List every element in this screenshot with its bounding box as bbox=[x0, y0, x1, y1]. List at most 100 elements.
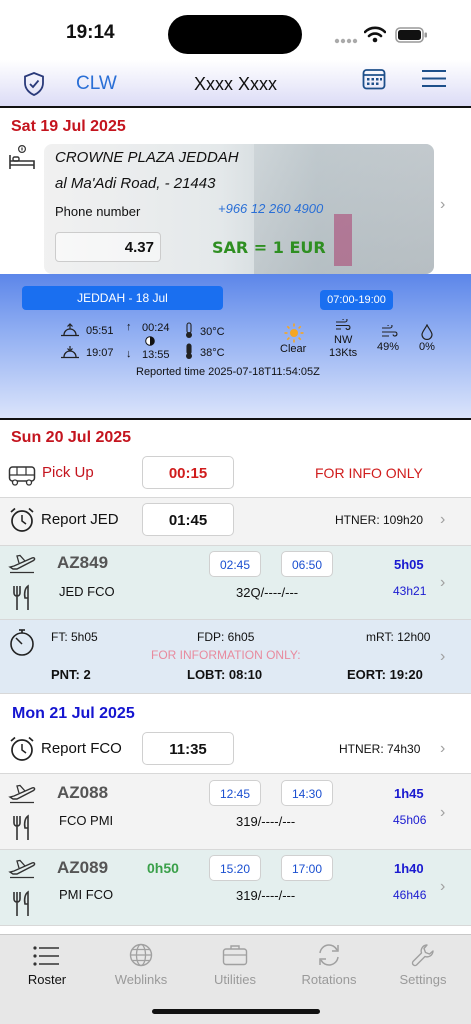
airplane-takeoff-icon bbox=[8, 859, 36, 879]
briefcase-icon bbox=[222, 945, 248, 966]
chevron-right-icon: › bbox=[440, 648, 446, 665]
stopwatch-icon bbox=[10, 629, 34, 656]
tab-label: Settings bbox=[399, 972, 447, 987]
departure-time[interactable]: 15:20 bbox=[209, 855, 261, 881]
wifi-icon bbox=[364, 26, 386, 43]
globe-icon bbox=[129, 943, 153, 967]
moonset-time: 13:55 bbox=[142, 349, 170, 361]
ground-time: 0h50 bbox=[147, 860, 179, 876]
moonset-arrow-icon: ↓ bbox=[126, 348, 132, 360]
airplane-takeoff-icon bbox=[8, 784, 36, 804]
menu-icon[interactable] bbox=[422, 69, 446, 88]
flight-duration: 1h45 bbox=[394, 786, 424, 801]
hotel-phone-link[interactable]: +966 12 260 4900 bbox=[218, 201, 323, 216]
arrival-time[interactable]: 17:00 bbox=[281, 855, 333, 881]
pickup-time[interactable]: 00:15 bbox=[142, 456, 234, 489]
day-header: Mon 21 Jul 2025 bbox=[12, 705, 135, 722]
tab-label: Utilities bbox=[214, 972, 256, 987]
weather-place: JEDDAH - 18 Jul bbox=[22, 286, 223, 310]
departure-time[interactable]: 12:45 bbox=[209, 780, 261, 806]
flight-number: AZ089 bbox=[57, 858, 109, 877]
tab-rotations[interactable]: Rotations bbox=[282, 940, 376, 992]
meal-icon bbox=[13, 814, 29, 840]
crew-composition: 32Q/----/--- bbox=[236, 585, 299, 600]
tab-label: Roster bbox=[27, 972, 67, 987]
sunrise-time: 05:51 bbox=[86, 325, 114, 337]
weather-reported-time: Reported time 2025-07-18T11:54:05Z bbox=[136, 366, 320, 378]
pnt-count: PNT: 2 bbox=[51, 667, 91, 682]
calendar-icon[interactable] bbox=[362, 67, 386, 90]
report-time[interactable]: 11:35 bbox=[142, 732, 234, 765]
wind-speed: 13Kts bbox=[329, 347, 358, 359]
crew-composition: 319/----/--- bbox=[236, 814, 296, 829]
moonrise-arrow-icon: ↑ bbox=[126, 321, 132, 333]
home-indicator bbox=[152, 1009, 320, 1014]
wind-icon bbox=[336, 319, 351, 331]
meal-icon bbox=[13, 890, 29, 916]
moon-phase-icon bbox=[145, 336, 155, 346]
temp-min: 30°C bbox=[200, 326, 225, 338]
temp-max: 38°C bbox=[200, 347, 225, 359]
pickup-note: FOR INFO ONLY bbox=[315, 465, 423, 481]
tab-roster[interactable]: Roster bbox=[0, 940, 94, 992]
htner-value: HTNER: 109h20 bbox=[335, 513, 424, 527]
report-label: Report JED bbox=[41, 511, 119, 528]
flight-number: AZ849 bbox=[57, 553, 109, 572]
moonrise-time: 00:24 bbox=[142, 322, 170, 334]
info-only-note: FOR INFORMATION ONLY: bbox=[151, 648, 301, 662]
rotate-icon bbox=[319, 944, 339, 966]
sunrise-icon bbox=[61, 323, 79, 337]
cumulative-hours: 43h21 bbox=[393, 584, 427, 598]
humidity-icon bbox=[382, 325, 398, 337]
report-time[interactable]: 01:45 bbox=[142, 503, 234, 536]
report-label: Report FCO bbox=[41, 740, 122, 757]
arrival-time[interactable]: 06:50 bbox=[281, 551, 333, 577]
thermometer-low-icon bbox=[186, 322, 192, 338]
chevron-right-icon: › bbox=[440, 740, 446, 757]
precipitation-value: 0% bbox=[419, 341, 435, 353]
dynamic-island bbox=[168, 15, 302, 54]
list-icon bbox=[33, 946, 59, 966]
pickup-label: Pick Up bbox=[42, 464, 94, 481]
flight-route: PMI FCO bbox=[59, 887, 114, 902]
hotel-bed-icon bbox=[9, 144, 35, 169]
flight-route: JED FCO bbox=[59, 584, 115, 599]
alarm-clock-icon bbox=[10, 507, 34, 532]
thermometer-high-icon bbox=[186, 343, 192, 359]
currency-label: SAR = 1 EUR bbox=[212, 238, 326, 257]
weather-hours: 07:00-19:00 bbox=[320, 290, 393, 310]
tab-utilities[interactable]: Utilities bbox=[188, 940, 282, 992]
min-rest-value: mRT: 12h00 bbox=[366, 630, 431, 644]
chevron-right-icon: › bbox=[440, 804, 446, 821]
wind-direction: NW bbox=[334, 334, 353, 346]
wrench-icon bbox=[411, 944, 434, 967]
day-header: Sun 20 Jul 2025 bbox=[11, 429, 132, 446]
eort-value: EORT: 19:20 bbox=[347, 667, 423, 682]
page-title: Xxxx Xxxx bbox=[193, 74, 277, 94]
departure-time[interactable]: 02:45 bbox=[209, 551, 261, 577]
bus-icon bbox=[8, 466, 36, 486]
humidity-value: 49% bbox=[377, 341, 400, 353]
tab-weblinks[interactable]: Weblinks bbox=[94, 940, 188, 992]
flight-duration: 1h40 bbox=[394, 861, 424, 876]
chevron-right-icon: › bbox=[440, 878, 446, 895]
tab-label: Rotations bbox=[301, 972, 357, 987]
exchange-rate: 4.37 bbox=[55, 232, 161, 262]
cellular-signal-icon bbox=[334, 38, 358, 44]
sun-icon bbox=[284, 323, 304, 343]
tab-settings[interactable]: Settings bbox=[376, 940, 470, 992]
hotel-address: al Ma'Adi Road, - 21443 bbox=[55, 175, 216, 192]
hotel-photo-sign bbox=[334, 214, 352, 266]
flight-route: FCO PMI bbox=[59, 813, 114, 828]
arrival-time[interactable]: 14:30 bbox=[281, 780, 333, 806]
status-time: 19:14 bbox=[66, 22, 115, 43]
meal-icon bbox=[13, 584, 29, 610]
flight-duration: 5h05 bbox=[394, 557, 424, 572]
fdp-value: FDP: 6h05 bbox=[197, 630, 255, 644]
cumulative-hours: 45h06 bbox=[393, 813, 427, 827]
lobt-value: LOBT: 08:10 bbox=[187, 667, 263, 682]
hotel-name: CROWNE PLAZA JEDDAH bbox=[55, 149, 239, 166]
flight-number: AZ088 bbox=[57, 783, 109, 802]
chevron-right-icon: › bbox=[440, 574, 446, 591]
phone-label: Phone number bbox=[55, 204, 141, 219]
